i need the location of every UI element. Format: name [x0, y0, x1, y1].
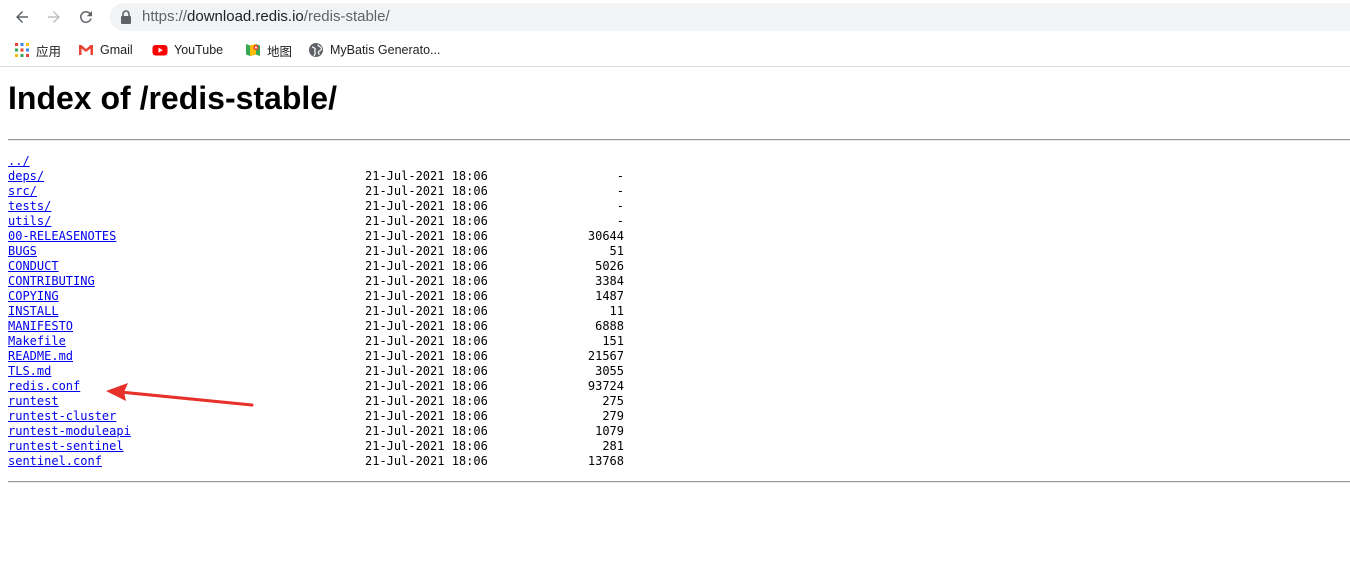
horizontal-rule-bottom — [8, 481, 1350, 483]
url-scheme: https:// — [142, 8, 188, 25]
file-date: 21-Jul-2021 18:06 — [365, 409, 488, 423]
red-arrow-annotation-icon — [106, 383, 254, 407]
file-date: 21-Jul-2021 18:06 — [365, 169, 488, 183]
file-date: 21-Jul-2021 18:06 — [365, 289, 488, 303]
file-size: 93724 — [587, 379, 624, 393]
reload-icon — [80, 11, 92, 23]
file-size: 279 — [602, 409, 624, 423]
browser-toolbar: https://download.redis.io/redis-stable/ — [0, 0, 1350, 34]
bookmark-maps[interactable]: 地图 — [245, 40, 292, 60]
file-link[interactable]: redis.conf — [8, 379, 80, 394]
url-path: /redis-stable/ — [303, 8, 390, 25]
apps-grid-icon — [15, 43, 29, 57]
file-date: 21-Jul-2021 18:06 — [365, 454, 488, 468]
file-link[interactable]: CONTRIBUTING — [8, 274, 95, 289]
forward-button[interactable] — [42, 5, 66, 29]
file-link[interactable]: COPYING — [8, 289, 59, 304]
file-date: 21-Jul-2021 18:06 — [365, 214, 488, 228]
file-link[interactable]: ../ — [8, 154, 30, 169]
file-date: 21-Jul-2021 18:06 — [365, 184, 488, 198]
file-size: 1079 — [595, 424, 624, 438]
file-link[interactable]: INSTALL — [8, 304, 59, 319]
bookmark-mybatis[interactable]: MyBatis Generato... — [308, 40, 440, 60]
bookmark-label: Gmail — [100, 43, 133, 57]
file-link[interactable]: 00-RELEASENOTES — [8, 229, 116, 244]
reload-button[interactable] — [74, 5, 98, 29]
file-date: 21-Jul-2021 18:06 — [365, 304, 488, 318]
file-link[interactable]: deps/ — [8, 169, 44, 184]
file-link[interactable]: BUGS — [8, 244, 37, 259]
bookmark-gmail[interactable]: Gmail — [78, 40, 133, 60]
url-host: download.redis.io — [187, 8, 304, 25]
file-link[interactable]: utils/ — [8, 214, 51, 229]
file-link[interactable]: TLS.md — [8, 364, 51, 379]
chrome-divider — [0, 66, 1350, 67]
file-link[interactable]: MANIFESTO — [8, 319, 73, 334]
file-link[interactable]: src/ — [8, 184, 37, 199]
file-date: 21-Jul-2021 18:06 — [365, 229, 488, 243]
file-link[interactable]: Makefile — [8, 334, 66, 349]
file-size: - — [616, 214, 624, 228]
bookmark-label: 地图 — [267, 44, 293, 59]
bookmark-label: 应用 — [36, 44, 62, 59]
file-date: 21-Jul-2021 18:06 — [365, 334, 488, 348]
file-size: 281 — [602, 439, 624, 453]
file-date: 21-Jul-2021 18:06 — [365, 379, 488, 393]
file-link[interactable]: README.md — [8, 349, 73, 364]
maps-icon — [246, 44, 260, 56]
file-date: 21-Jul-2021 18:06 — [365, 394, 488, 408]
file-size: - — [616, 169, 624, 183]
file-date: 21-Jul-2021 18:06 — [365, 244, 488, 258]
file-size: 151 — [602, 334, 624, 348]
file-link[interactable]: runtest-moduleapi — [8, 424, 131, 439]
file-date: 21-Jul-2021 18:06 — [365, 319, 488, 333]
file-size: 30644 — [587, 229, 624, 243]
bookmarks-bar: 应用 Gmail YouTube 地图 MyBatis Generato... — [0, 34, 1350, 66]
youtube-icon — [152, 45, 168, 56]
file-size: 11 — [609, 304, 624, 318]
file-date: 21-Jul-2021 18:06 — [365, 349, 488, 363]
file-date: 21-Jul-2021 18:06 — [365, 439, 488, 453]
file-link[interactable]: runtest — [8, 394, 59, 409]
file-size: 6888 — [595, 319, 624, 333]
file-size: 275 — [602, 394, 624, 408]
forward-arrow-icon — [48, 11, 60, 23]
bookmark-youtube[interactable]: YouTube — [152, 40, 223, 60]
file-size: 13768 — [587, 454, 624, 468]
file-link[interactable]: sentinel.conf — [8, 454, 102, 469]
lock-icon — [121, 10, 131, 24]
file-date: 21-Jul-2021 18:06 — [365, 424, 488, 438]
file-size: - — [616, 199, 624, 213]
file-size: - — [616, 184, 624, 198]
address-bar[interactable]: https://download.redis.io/redis-stable/ — [110, 3, 1350, 31]
bookmark-label: YouTube — [174, 43, 224, 57]
bookmark-apps[interactable]: 应用 — [14, 40, 61, 60]
file-link[interactable]: runtest-sentinel — [8, 439, 124, 454]
file-size: 51 — [609, 244, 624, 258]
file-date: 21-Jul-2021 18:06 — [365, 274, 488, 288]
globe-icon — [309, 43, 323, 57]
bookmark-label: MyBatis Generato... — [330, 43, 441, 57]
file-date: 21-Jul-2021 18:06 — [365, 199, 488, 213]
gmail-icon — [79, 45, 93, 55]
file-size: 3384 — [595, 274, 624, 288]
back-arrow-icon — [16, 11, 28, 23]
file-size: 1487 — [595, 289, 624, 303]
file-size: 5026 — [595, 259, 624, 273]
file-size: 3055 — [595, 364, 624, 378]
back-button[interactable] — [10, 5, 34, 29]
url-text: https://download.redis.io/redis-stable/ — [142, 8, 390, 26]
horizontal-rule-top — [8, 139, 1350, 141]
file-date: 21-Jul-2021 18:06 — [365, 364, 488, 378]
page-title: Index of /redis-stable/ — [8, 80, 337, 116]
file-date: 21-Jul-2021 18:06 — [365, 259, 488, 273]
file-link[interactable]: CONDUCT — [8, 259, 59, 274]
file-size: 21567 — [587, 349, 624, 363]
file-link[interactable]: tests/ — [8, 199, 51, 214]
